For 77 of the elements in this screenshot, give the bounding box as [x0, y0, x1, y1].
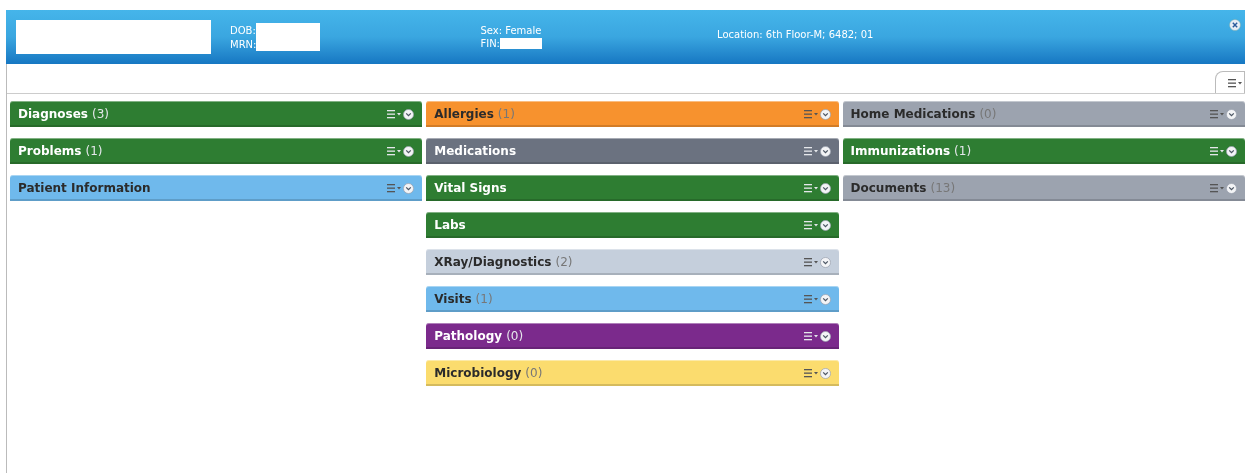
collapse-icon[interactable] — [1226, 145, 1237, 157]
collapse-icon[interactable] — [819, 219, 831, 231]
collapse-icon[interactable] — [819, 182, 831, 194]
collapse-icon[interactable] — [819, 145, 831, 157]
section-count: (13) — [930, 180, 956, 197]
redaction-box — [500, 38, 542, 49]
menu-icon[interactable] — [803, 220, 818, 230]
menu-icon[interactable] — [1210, 109, 1224, 119]
section-count: (0) — [979, 106, 997, 123]
collapse-icon[interactable] — [819, 330, 831, 342]
mrn-label: MRN: — [230, 37, 257, 51]
menu-icon[interactable] — [1228, 77, 1242, 88]
menu-icon[interactable] — [803, 257, 818, 267]
menu-icon[interactable] — [387, 183, 402, 193]
section-header-bar[interactable]: Visits (1) — [426, 286, 839, 312]
section-count: (0) — [506, 328, 524, 345]
section-title: Microbiology — [434, 365, 522, 382]
section-title: Vital Signs — [434, 180, 507, 197]
section-header-bar[interactable]: Vital Signs — [426, 175, 839, 201]
section-title: Medications — [434, 143, 517, 160]
location-label: Location: 6th Floor-M; 6482; 01 — [717, 28, 874, 42]
redaction-box — [256, 37, 321, 51]
section-title: Labs — [434, 217, 466, 234]
section-title: Pathology — [434, 328, 503, 345]
section-header-bar[interactable]: Problems (1) — [10, 138, 423, 164]
menu-icon[interactable] — [803, 109, 818, 119]
menu-icon[interactable] — [1210, 183, 1224, 193]
section-title: Allergies — [434, 106, 494, 123]
fin-label: FIN: — [480, 37, 500, 50]
section-count: (1) — [954, 143, 972, 160]
collapse-icon[interactable] — [1226, 182, 1237, 194]
section-header-bar[interactable]: Medications — [426, 138, 839, 164]
collapse-icon[interactable] — [819, 108, 831, 120]
section-count: (1) — [497, 106, 515, 123]
view-menu-tab[interactable] — [1215, 71, 1245, 93]
section-title: Documents — [850, 180, 927, 197]
menu-icon[interactable] — [803, 183, 818, 193]
close-icon[interactable] — [1229, 19, 1241, 31]
collapse-icon[interactable] — [403, 108, 415, 120]
section-title: Home Medications — [850, 106, 976, 123]
collapse-icon[interactable] — [819, 293, 831, 305]
section-header-bar[interactable]: XRay/Diagnostics (2) — [426, 249, 839, 275]
menu-icon[interactable] — [803, 146, 818, 156]
sex-label: Sex: Female — [480, 24, 542, 37]
section-count: (1) — [475, 291, 493, 308]
section-header-bar[interactable]: Home Medications (0) — [842, 101, 1245, 127]
section-title: Diagnoses — [18, 106, 88, 123]
section-title: Visits — [434, 291, 472, 308]
section-header-bar[interactable]: Diagnoses (3) — [10, 101, 423, 127]
section-count: (1) — [85, 143, 103, 160]
section-count: (2) — [555, 254, 573, 271]
section-header-bar[interactable]: Microbiology (0) — [426, 360, 839, 386]
section-title: XRay/Diagnostics — [434, 254, 552, 271]
section-count: (3) — [92, 106, 109, 123]
menu-icon[interactable] — [803, 368, 818, 378]
section-header-bar[interactable]: Patient Information — [10, 175, 423, 201]
section-count: (0) — [525, 365, 543, 382]
section-title: Patient Information — [18, 180, 151, 197]
section-header-bar[interactable]: Documents (13) — [842, 175, 1245, 201]
menu-icon[interactable] — [1210, 146, 1224, 156]
section-title: Problems — [18, 143, 82, 160]
collapse-icon[interactable] — [403, 145, 415, 157]
menu-icon[interactable] — [803, 331, 818, 341]
section-title: Immunizations — [850, 143, 951, 160]
menu-icon[interactable] — [387, 109, 402, 119]
dob-label: DOB: — [230, 23, 256, 37]
section-header-bar[interactable]: Allergies (1) — [426, 101, 839, 127]
section-header-bar[interactable]: Labs — [426, 212, 839, 238]
collapse-icon[interactable] — [819, 256, 831, 268]
section-header-bar[interactable]: Pathology (0) — [426, 323, 839, 349]
menu-icon[interactable] — [387, 146, 402, 156]
menu-icon[interactable] — [803, 294, 818, 304]
redaction-box — [255, 23, 320, 37]
collapse-icon[interactable] — [819, 367, 831, 379]
section-header-bar[interactable]: Immunizations (1) — [842, 138, 1245, 164]
collapse-icon[interactable] — [1226, 108, 1237, 120]
collapse-icon[interactable] — [403, 182, 415, 194]
